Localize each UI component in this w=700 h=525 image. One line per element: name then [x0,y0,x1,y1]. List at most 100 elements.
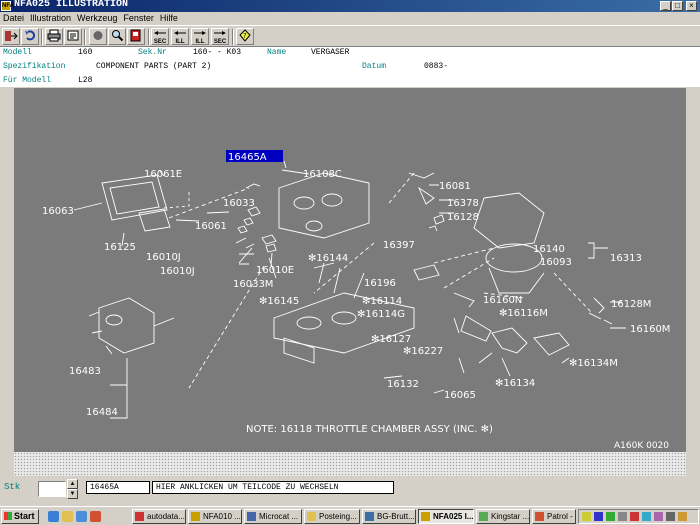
label-16145[interactable]: ✻16145 [259,296,299,307]
tray-icon[interactable] [678,512,687,521]
zoom-button[interactable] [108,28,126,45]
label-16140[interactable]: 16140 [533,244,565,255]
name-value: VERGASER [311,48,350,57]
label-16061[interactable]: 16061 [195,221,227,232]
start-button[interactable]: Start [1,509,39,524]
task-posteingang[interactable]: Posteing... [304,509,360,524]
task-kingstar[interactable]: Kingstar ... [476,509,530,524]
illustration-prev-icon [174,31,186,35]
exit-icon [5,31,18,41]
parts-illustration[interactable]: 16465A 16061E 16063 16125 16061 16033 16… [14,88,686,452]
window-title: NFA025 ILLUSTRATION [14,0,129,10]
label-16063[interactable]: 16063 [42,206,74,217]
exit-button[interactable] [2,28,20,45]
menu-datei[interactable]: Datei [0,12,27,25]
part-code-field[interactable]: 16465A [86,481,150,494]
taskbar: Start autodata... NFA010 ... Microcat ..… [0,506,700,525]
print-button[interactable] [45,28,63,45]
label-16134m[interactable]: ✻16134M [569,358,618,369]
illustration-next-icon [194,31,206,35]
overview-button[interactable] [64,28,82,45]
close-button[interactable]: × [686,1,697,11]
browser-icon [535,512,544,521]
task-nfa025[interactable]: NFA025 I... [418,509,474,524]
quantity-stepper[interactable]: ▲ ▼ [67,479,78,499]
menu-illustration[interactable]: Illustration [27,12,74,25]
label-16196[interactable]: 16196 [364,278,396,289]
ie-quicklaunch-icon[interactable] [48,511,59,522]
tray-icon[interactable] [594,512,603,521]
tray-icon[interactable] [666,512,675,521]
label-16160m[interactable]: 16160M [630,324,670,335]
menu-werkzeug[interactable]: Werkzeug [74,12,120,25]
task-nfa010[interactable]: NFA010 ... [188,509,242,524]
stepper-up-icon[interactable]: ▲ [67,479,78,489]
browser-quicklaunch-icon[interactable] [90,511,101,522]
seknr-value: 160- - K03 [193,48,242,57]
label-16114[interactable]: ✻16114 [362,296,402,307]
label-16160n[interactable]: 16160N [483,295,522,306]
label-16132[interactable]: 16132 [387,379,419,390]
label-16010e[interactable]: 16010E [256,265,294,276]
label-16033[interactable]: 16033 [223,198,255,209]
label-16093[interactable]: 16093 [540,257,572,268]
drawing-pump-housing [98,297,155,354]
tray-icon[interactable] [630,512,639,521]
task-autodata[interactable]: autodata... [132,509,186,524]
label-16484[interactable]: 16484 [86,407,118,418]
change-part-code-hint[interactable]: HIER ANKLICKEN UM TEILCODE ZU WECHSELN [152,481,394,494]
label-16227[interactable]: ✻16227 [403,346,443,357]
label-16010j-a[interactable]: 16010J [146,252,181,263]
label-16127[interactable]: ✻16127 [371,334,411,345]
illustration-prev-button[interactable]: ILL [171,28,189,45]
label-16128[interactable]: 16128 [447,212,479,223]
fuer-modell-label: Für Modell [3,76,52,85]
label-16061e[interactable]: 16061E [144,169,182,180]
task-label: NFA025 I... [433,512,474,521]
label-16116m[interactable]: ✻16116M [499,308,548,319]
autodata-icon [135,512,144,521]
record-button[interactable] [89,28,107,45]
maximize-button[interactable]: □ [672,1,683,11]
tray-icon[interactable] [582,512,591,521]
email-quicklaunch-icon[interactable] [76,511,87,522]
task-microcat[interactable]: Microcat ... [244,509,302,524]
label-16065[interactable]: 16065 [444,390,476,401]
label-16081[interactable]: 16081 [439,181,471,192]
label-16397[interactable]: 16397 [383,240,415,251]
minimize-button[interactable]: _ [660,1,671,11]
task-bg-brutto[interactable]: BG-Brutt... [362,509,416,524]
section-prev-button[interactable]: SEC [151,28,169,45]
label-16114g[interactable]: ✻16114G [357,309,405,320]
label-16483[interactable]: 16483 [69,366,101,377]
label-16128m[interactable]: 16128M [611,299,651,310]
tray-icon[interactable] [606,512,615,521]
illustration-next-button[interactable]: ILL [191,28,209,45]
task-patrol[interactable]: Patrol - N... [532,509,576,524]
label-16134[interactable]: ✻16134 [495,378,535,389]
illustration-code: A160K 0020 [614,441,669,451]
tray-icon[interactable] [618,512,627,521]
undo-button[interactable] [21,28,39,45]
label-16033m[interactable]: 16033M [233,279,273,290]
label-16125[interactable]: 16125 [104,242,136,253]
label-16010j-b[interactable]: 16010J [160,266,195,277]
drawing-carburetor-body [278,172,370,239]
tray-icon[interactable] [654,512,663,521]
tray-icon[interactable] [642,512,651,521]
label-16313[interactable]: 16313 [610,253,642,264]
app-icon: NFA [1,1,14,11]
stepper-down-icon[interactable]: ▼ [67,489,78,499]
section-next-button[interactable]: SEC [211,28,229,45]
menu-hilfe[interactable]: Hilfe [157,12,181,25]
selected-part-label[interactable]: 16465A [228,152,267,163]
folder-quicklaunch-icon[interactable] [62,511,73,522]
label-16108c[interactable]: 16108C [303,169,342,180]
print-icon [47,29,61,42]
quantity-input[interactable] [38,481,66,497]
label-16378[interactable]: 16378 [447,198,479,209]
label-16144[interactable]: ✻16144 [308,253,348,264]
help-button[interactable]: ? [236,28,254,45]
book-button[interactable] [127,28,145,45]
menu-fenster[interactable]: Fenster [120,12,157,25]
